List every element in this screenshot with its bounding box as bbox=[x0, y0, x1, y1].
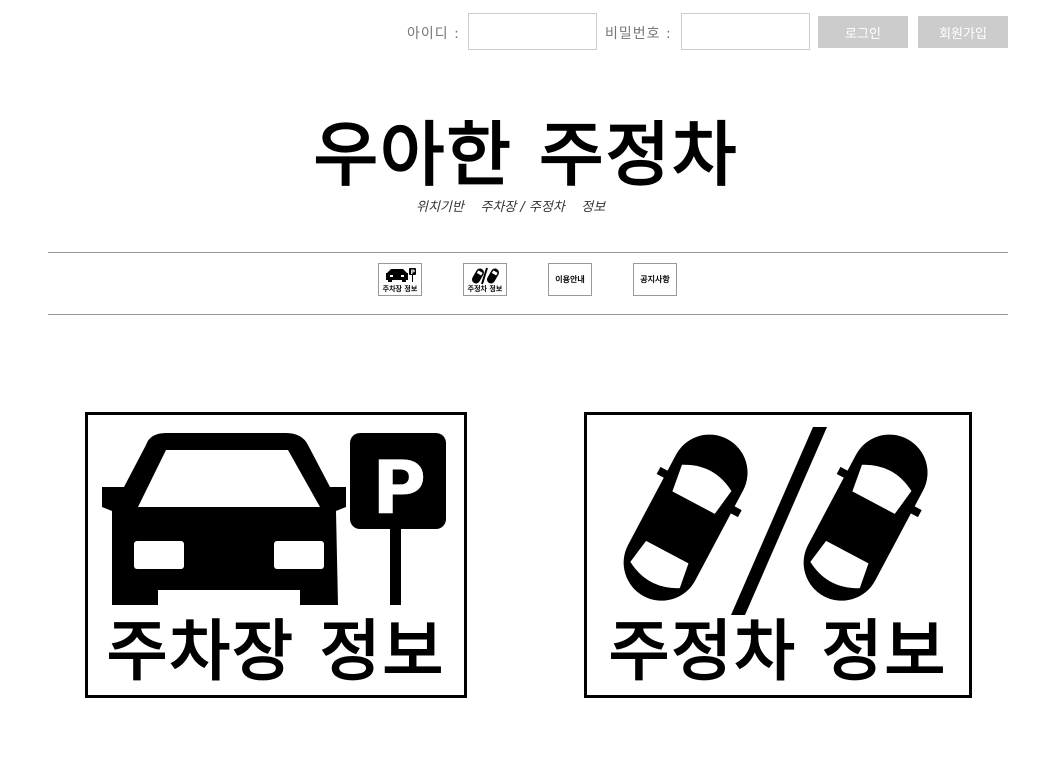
nav-stopping-info-label: 주정차 정보 bbox=[467, 284, 503, 293]
nav-notices-label: 공지사항 bbox=[640, 275, 670, 284]
nav-usage-guide-label: 이용안내 bbox=[555, 275, 585, 284]
password-label: 비밀번호 : bbox=[605, 26, 672, 42]
nav-top-divider bbox=[48, 252, 1008, 253]
site-logo-title[interactable]: 우아한 주정차 bbox=[0, 112, 1052, 198]
login-button[interactable]: 로그인 bbox=[818, 16, 908, 48]
nav-usage-guide[interactable]: 이용안내 bbox=[548, 263, 592, 296]
parked-cars-icon bbox=[623, 427, 928, 615]
nav-bottom-divider bbox=[48, 314, 1008, 315]
site-logo-subtitle: 위치기반 주차장 / 주정차 정보 bbox=[416, 200, 606, 215]
parking-info-card-label: 주차장 정보 bbox=[106, 613, 446, 690]
signup-button[interactable]: 회원가입 bbox=[918, 16, 1008, 48]
svg-text:P: P bbox=[411, 268, 416, 275]
car-parking-icon: P bbox=[102, 433, 446, 605]
stopping-info-card-label: 주정차 정보 bbox=[608, 613, 948, 690]
stopping-info-card[interactable]: 주정차 정보 bbox=[584, 412, 972, 698]
nav-stopping-info[interactable]: 주정차 정보 bbox=[463, 263, 507, 296]
car-parking-icon: P bbox=[386, 267, 416, 282]
parking-info-card[interactable]: P 주차장 정보 bbox=[85, 412, 467, 698]
id-label: 아이디 : bbox=[407, 26, 460, 42]
login-bar: 아이디 : 비밀번호 : 로그인 회원가입 bbox=[0, 13, 1008, 51]
password-input[interactable] bbox=[681, 13, 810, 50]
nav-parking-info[interactable]: P 주차장 정보 bbox=[378, 263, 422, 296]
nav-parking-info-label: 주차장 정보 bbox=[382, 284, 418, 293]
nav-notices[interactable]: 공지사항 bbox=[633, 263, 677, 296]
id-input[interactable] bbox=[468, 13, 597, 50]
parked-cars-icon bbox=[472, 267, 499, 284]
svg-text:P: P bbox=[372, 445, 426, 531]
